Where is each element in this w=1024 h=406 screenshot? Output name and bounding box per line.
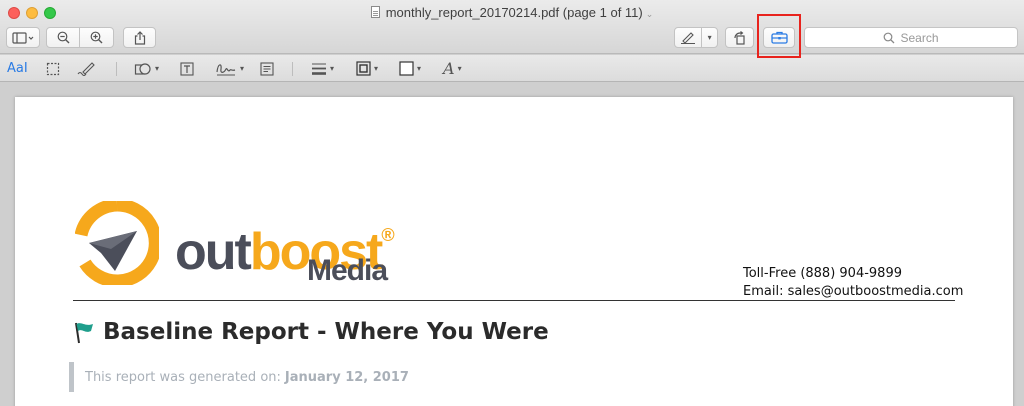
annotation-highlight-box (757, 14, 801, 58)
logo-word-out: out (175, 223, 252, 281)
zoom-in-icon (90, 31, 103, 44)
zoom-in-button[interactable] (80, 28, 113, 47)
pen-icon (681, 31, 696, 44)
zoom-control (46, 27, 114, 48)
report-heading: Baseline Report - Where You Were (73, 319, 549, 345)
document-viewer[interactable]: outboost® Media Toll-Free (888) 904-9899… (0, 83, 1024, 406)
line-style-tool[interactable]: ▾ (311, 59, 334, 78)
pdf-page[interactable]: outboost® Media Toll-Free (888) 904-9899… (15, 97, 1013, 406)
shapes-icon (134, 63, 151, 75)
text-box-tool[interactable] (180, 59, 194, 78)
text-box-icon (180, 61, 194, 76)
fill-color-tool[interactable]: ▾ (399, 59, 421, 78)
window-toolbar: monthly_report_20170214.pdf (page 1 of 1… (0, 0, 1024, 54)
text-style-tool[interactable]: A ▾ (443, 59, 462, 78)
shapes-tool[interactable]: ▾ (134, 59, 159, 78)
rect-selection-icon (46, 62, 60, 75)
chevron-down-icon: ⌄ (645, 9, 654, 19)
report-title: Baseline Report - Where You Were (103, 319, 549, 345)
sketch-icon (77, 61, 95, 76)
toolbar-divider (292, 62, 293, 76)
generated-prefix: This report was generated on: (85, 369, 281, 385)
pdf-document-icon (370, 6, 380, 18)
generated-date: January 12, 2017 (284, 369, 409, 385)
note-icon (260, 61, 274, 76)
rectangular-selection-tool[interactable] (46, 59, 60, 78)
note-tool[interactable] (260, 59, 274, 78)
text-selection-label: AaI (7, 61, 28, 76)
zoom-out-button[interactable] (47, 28, 81, 47)
signature-tool[interactable]: ▾ (215, 59, 244, 78)
outboost-media-logo: outboost® Media (75, 201, 415, 287)
sketch-tool[interactable] (77, 59, 95, 78)
text-style-icon: A (443, 59, 455, 78)
chevron-down-icon: ▾ (707, 33, 712, 42)
sidebar-view-button[interactable] (6, 27, 40, 48)
line-style-icon (312, 63, 326, 75)
signature-icon (216, 64, 236, 76)
chevron-down-icon: ▾ (240, 64, 245, 73)
outboost-logo-mark-icon (75, 201, 159, 285)
generated-note: This report was generated on: January 12… (69, 362, 409, 392)
markup-control: ▾ (674, 27, 718, 48)
logo-registered-mark: ® (381, 225, 395, 245)
logo-word-media: Media (307, 254, 388, 287)
contact-email: Email: sales@outboostmedia.com (743, 284, 964, 299)
search-icon (884, 32, 895, 43)
contact-info: Toll-Free (888) 904-9899 Email: sales@ou… (743, 265, 963, 301)
chevron-down-icon: ▾ (417, 64, 422, 73)
contact-phone: Toll-Free (888) 904-9899 (743, 266, 902, 281)
border-color-tool[interactable]: ▾ (356, 59, 378, 78)
markup-menu-button[interactable]: ▾ (702, 28, 717, 47)
border-color-icon (356, 61, 371, 76)
markup-toolbar: AaI ▾ ▾ ▾ ▾ ▾ A ▾ (0, 55, 1024, 82)
fill-color-icon (399, 61, 414, 76)
rotate-icon (733, 30, 745, 45)
window-title-text: monthly_report_20170214.pdf (page 1 of 1… (385, 5, 643, 20)
chevron-down-icon: ▾ (374, 64, 379, 73)
chevron-down-icon: ▾ (155, 64, 160, 73)
zoom-out-icon (57, 31, 69, 44)
toolbar-divider (116, 62, 117, 76)
flag-icon (75, 322, 93, 344)
share-icon (134, 30, 145, 45)
text-selection-tool[interactable]: AaI (7, 59, 28, 78)
header-divider (73, 300, 955, 301)
search-placeholder: Search (900, 30, 939, 45)
chevron-down-icon: ▾ (457, 64, 462, 73)
share-button[interactable] (123, 27, 156, 48)
sidebar-icon (12, 31, 34, 44)
chevron-down-icon: ▾ (330, 64, 335, 73)
search-input[interactable]: Search (804, 27, 1018, 48)
window-title[interactable]: monthly_report_20170214.pdf (page 1 of 1… (0, 5, 1024, 22)
markup-toolbar-button[interactable] (675, 28, 703, 47)
rotate-button[interactable] (725, 27, 754, 48)
